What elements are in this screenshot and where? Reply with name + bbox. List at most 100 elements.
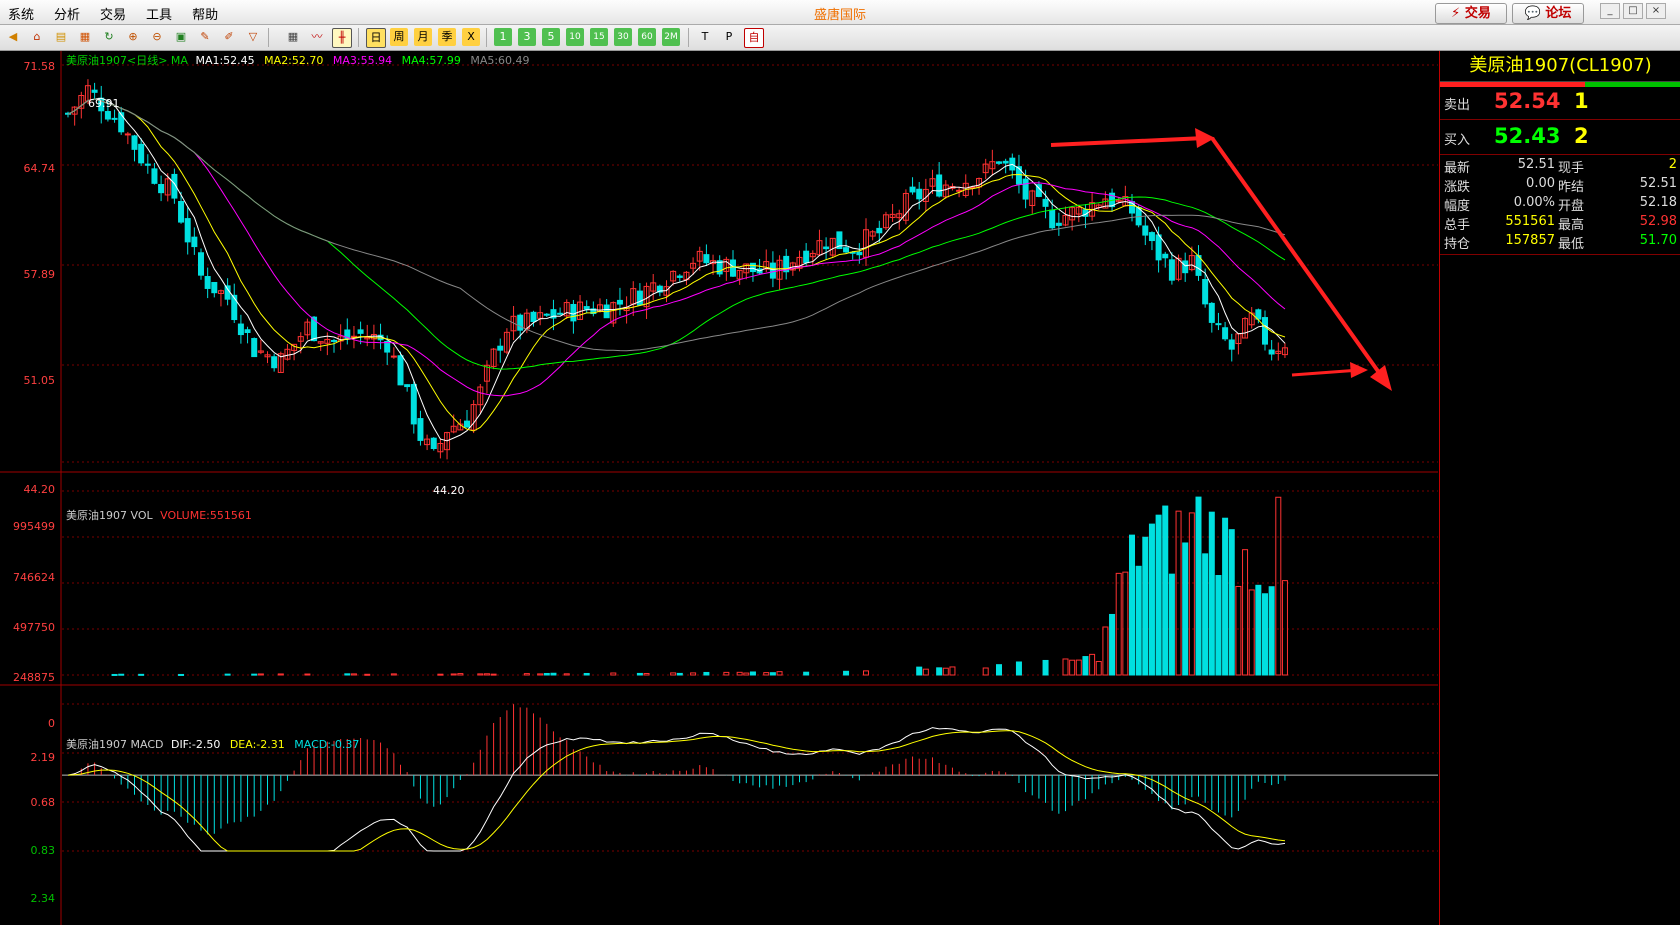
app-title: 盛唐国际 bbox=[813, 8, 866, 23]
volume-bar bbox=[636, 672, 643, 676]
menu-trade[interactable]: 交易 bbox=[100, 4, 126, 23]
line-chart-icon[interactable]: 〰 bbox=[308, 28, 326, 46]
vol-tick: 746624 bbox=[13, 571, 55, 584]
menu-system[interactable]: 系统 bbox=[8, 4, 34, 23]
candle-body bbox=[996, 161, 1002, 164]
candle-body bbox=[410, 384, 417, 425]
period-custom[interactable]: X bbox=[462, 28, 480, 46]
back-icon[interactable]: ◀ bbox=[4, 28, 22, 46]
volume-bar bbox=[1142, 536, 1149, 676]
buy-row: 买入 52.43 2 bbox=[1440, 122, 1680, 152]
macd-legend: 美原油1907 MACD DIF:-2.50 DEA:-2.31 MACD:-0… bbox=[66, 737, 359, 751]
volume-bar bbox=[1109, 613, 1116, 676]
minute-60[interactable]: 60 bbox=[638, 28, 656, 46]
legend-symbol: 美原油1907<日线> MA bbox=[66, 53, 188, 67]
maximize-icon[interactable]: □ bbox=[1623, 3, 1643, 19]
minimize-icon[interactable]: _ bbox=[1600, 3, 1620, 19]
refresh-icon[interactable]: ↻ bbox=[100, 28, 118, 46]
volume-bar bbox=[1228, 529, 1235, 676]
volume-bar bbox=[543, 672, 550, 676]
volume-bar bbox=[843, 670, 850, 676]
candle-body bbox=[1002, 160, 1009, 164]
minute-3[interactable]: 3 bbox=[518, 28, 536, 46]
low-label: 44.20 bbox=[433, 484, 465, 497]
candle-body bbox=[497, 345, 504, 351]
volume-bar bbox=[1015, 661, 1022, 676]
volume-bar bbox=[364, 673, 371, 676]
minute-30[interactable]: 30 bbox=[614, 28, 632, 46]
home-icon[interactable]: ⌂ bbox=[28, 28, 46, 46]
minute-2m[interactable]: 2M bbox=[662, 28, 680, 46]
candle-body bbox=[1042, 198, 1049, 207]
candle-body bbox=[749, 262, 756, 273]
pen-icon[interactable]: ✎ bbox=[196, 28, 214, 46]
volume-bar bbox=[749, 671, 756, 676]
legend-ma1: MA1:52.45 bbox=[195, 54, 254, 67]
zoom-out-icon[interactable]: ⊖ bbox=[148, 28, 166, 46]
candle-body bbox=[1168, 259, 1175, 281]
tool-auto[interactable]: 自 bbox=[744, 28, 764, 48]
chart-area[interactable]: 71.58 64.74 57.89 51.05 44.20 995499 746… bbox=[0, 51, 1438, 925]
funnel-icon[interactable]: ▽ bbox=[244, 28, 262, 46]
volume-bar bbox=[982, 667, 989, 676]
period-month[interactable]: 月 bbox=[414, 28, 432, 46]
book-icon[interactable]: ▤ bbox=[52, 28, 70, 46]
kline-chart[interactable]: 71.58 64.74 57.89 51.05 44.20 995499 746… bbox=[0, 51, 1438, 925]
period-week[interactable]: 周 bbox=[390, 28, 408, 46]
minute-10[interactable]: 10 bbox=[566, 28, 584, 46]
paint-icon[interactable]: ✐ bbox=[220, 28, 238, 46]
candle-body bbox=[184, 218, 191, 243]
quote-title: 美原油1907(CL1907) bbox=[1440, 51, 1680, 82]
arrow-head bbox=[1350, 362, 1368, 378]
volume-bar bbox=[1235, 585, 1242, 676]
quote-label: 现手 bbox=[1558, 161, 1585, 176]
window-icon[interactable]: ▣ bbox=[172, 28, 190, 46]
volume-bar bbox=[457, 673, 464, 676]
trade-button[interactable]: ⚡ 交易 bbox=[1435, 3, 1507, 24]
candle-body bbox=[271, 356, 278, 369]
volume-bar bbox=[277, 673, 284, 676]
volume-bar bbox=[1135, 565, 1142, 676]
candle-body bbox=[1268, 349, 1275, 355]
film-icon[interactable]: ▦ bbox=[76, 28, 94, 46]
volume-bar bbox=[1168, 573, 1175, 676]
candle-body bbox=[616, 299, 623, 305]
minute-1[interactable]: 1 bbox=[494, 28, 512, 46]
volume-bar bbox=[490, 673, 497, 676]
forum-button[interactable]: 💬 论坛 bbox=[1512, 3, 1584, 24]
period-season[interactable]: 季 bbox=[438, 28, 456, 46]
menu-help[interactable]: 帮助 bbox=[192, 4, 218, 23]
tool-t[interactable]: T bbox=[696, 28, 714, 46]
divider bbox=[1440, 254, 1680, 255]
menu-analysis[interactable]: 分析 bbox=[54, 4, 80, 23]
price-tick: 71.58 bbox=[24, 60, 56, 73]
zoom-in-icon[interactable]: ⊕ bbox=[124, 28, 142, 46]
candle-body bbox=[384, 340, 391, 353]
candle-body bbox=[557, 312, 564, 315]
candle-body bbox=[1148, 232, 1155, 242]
kline-icon[interactable]: ╫ bbox=[332, 28, 352, 48]
price-tick: 44.20 bbox=[24, 483, 56, 496]
menu-bar: 系统 分析 交易 工具 帮助 bbox=[8, 4, 218, 23]
volume-bar bbox=[736, 671, 743, 676]
trend-arrow bbox=[1050, 136, 1206, 147]
candle-body bbox=[91, 89, 98, 93]
volume-bar bbox=[550, 672, 557, 676]
candle-body bbox=[204, 276, 211, 289]
divider bbox=[1440, 119, 1680, 120]
volume-bar bbox=[1042, 659, 1049, 676]
tool-p[interactable]: P bbox=[720, 28, 738, 46]
menu-tools[interactable]: 工具 bbox=[146, 4, 172, 23]
candle-body bbox=[823, 246, 830, 250]
close-icon[interactable]: × bbox=[1646, 3, 1666, 19]
candle-body bbox=[1142, 225, 1149, 236]
candle-body bbox=[251, 338, 258, 358]
quote-value: 2 bbox=[1668, 157, 1677, 172]
minute-5[interactable]: 5 bbox=[542, 28, 560, 46]
candle-body bbox=[237, 323, 244, 336]
candle-body bbox=[856, 251, 863, 256]
period-day[interactable]: 日 bbox=[366, 28, 386, 48]
minute-15[interactable]: 15 bbox=[590, 28, 608, 46]
volume-bar bbox=[1155, 514, 1162, 676]
grid-icon[interactable]: ▦ bbox=[284, 28, 302, 46]
